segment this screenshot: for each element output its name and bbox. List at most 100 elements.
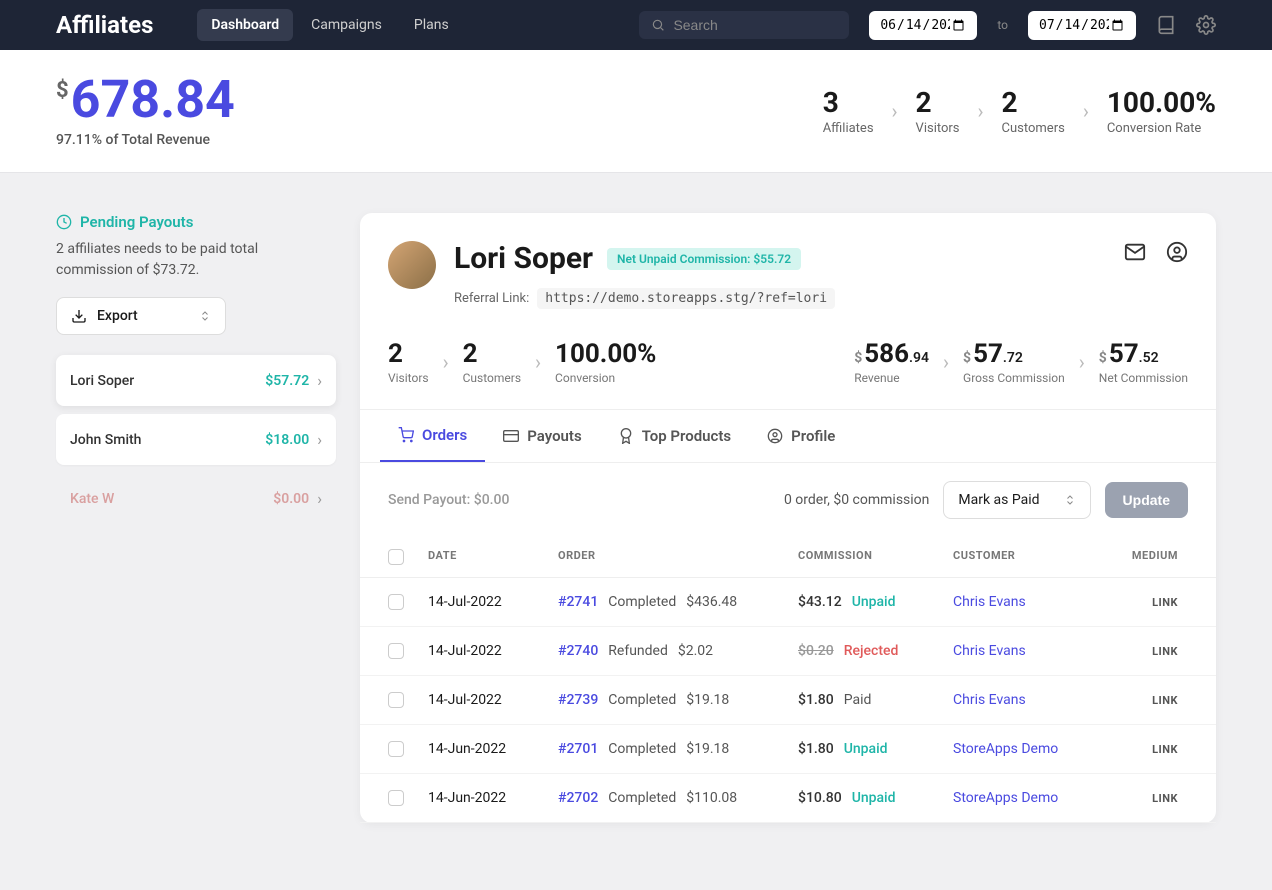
chevron-right-icon: › bbox=[943, 350, 949, 374]
order-status: Refunded bbox=[608, 643, 668, 659]
tabs: Orders Payouts Top Products Profile bbox=[360, 409, 1216, 463]
profile-name: Lori Soper bbox=[454, 241, 593, 276]
customer-link[interactable]: Chris Evans bbox=[953, 594, 1026, 610]
order-summary: 0 order, $0 commission bbox=[784, 492, 929, 508]
table-row: 14-Jul-2022#2739Completed$19.18$1.80Paid… bbox=[360, 676, 1216, 725]
referral-row: Referral Link: https://demo.storeapps.st… bbox=[454, 288, 1106, 309]
table-row: 14-Jun-2022#2701Completed$19.18$1.80Unpa… bbox=[360, 725, 1216, 774]
export-button[interactable]: Export bbox=[56, 297, 226, 335]
order-status: Completed bbox=[608, 594, 676, 610]
book-icon[interactable] bbox=[1156, 15, 1176, 35]
commission-status: Unpaid bbox=[852, 594, 896, 610]
panel-header: Lori Soper Net Unpaid Commission: $55.72… bbox=[360, 213, 1216, 329]
tab-payouts[interactable]: Payouts bbox=[485, 410, 599, 462]
chevron-right-icon: › bbox=[535, 350, 541, 374]
gear-icon[interactable] bbox=[1196, 15, 1216, 35]
pstat-customers: 2Customers bbox=[463, 339, 521, 385]
main: Pending Payouts 2 affiliates needs to be… bbox=[0, 173, 1272, 863]
affiliate-item[interactable]: Lori Soper$57.72› bbox=[56, 355, 336, 406]
date-from[interactable] bbox=[869, 11, 977, 40]
table-header: DATE ORDER COMMISSION CUSTOMER MEDIUM bbox=[360, 537, 1216, 578]
tab-profile[interactable]: Profile bbox=[749, 410, 853, 462]
order-amount: $19.18 bbox=[686, 741, 729, 757]
chevron-right-icon: › bbox=[978, 99, 984, 123]
affiliate-item[interactable]: John Smith$18.00› bbox=[56, 414, 336, 465]
medium: LINK bbox=[1152, 645, 1178, 658]
customer-link[interactable]: StoreApps Demo bbox=[953, 790, 1058, 806]
affiliate-name: Kate W bbox=[70, 491, 114, 507]
pstat-gross: $57.72Gross Commission bbox=[963, 339, 1065, 385]
row-checkbox[interactable] bbox=[388, 741, 404, 757]
customer-link[interactable]: Chris Evans bbox=[953, 643, 1026, 659]
row-checkbox[interactable] bbox=[388, 692, 404, 708]
commission-status: Rejected bbox=[844, 643, 899, 659]
pstat-conversion: 100.00%Conversion bbox=[555, 339, 656, 385]
stat-conversion: 100.00%Conversion Rate bbox=[1107, 86, 1216, 136]
avatar bbox=[388, 241, 436, 289]
revenue-amount: $678.84 bbox=[56, 74, 235, 126]
commission-amount: $43.12 bbox=[798, 594, 842, 610]
logo: Affiliates bbox=[56, 11, 153, 39]
customer-link[interactable]: Chris Evans bbox=[953, 692, 1026, 708]
stat-visitors: 2Visitors bbox=[916, 86, 960, 136]
mail-icon[interactable] bbox=[1124, 241, 1146, 263]
update-button[interactable]: Update bbox=[1105, 482, 1188, 518]
order-number[interactable]: #2701 bbox=[558, 741, 598, 757]
order-amount: $436.48 bbox=[686, 594, 737, 610]
commission-status: Unpaid bbox=[844, 741, 888, 757]
revenue-subtext: 97.11% of Total Revenue bbox=[56, 132, 235, 148]
medium: LINK bbox=[1152, 792, 1178, 805]
order-number[interactable]: #2739 bbox=[558, 692, 598, 708]
referral-label: Referral Link: bbox=[454, 291, 529, 306]
export-label: Export bbox=[97, 308, 138, 324]
order-date: 14-Jul-2022 bbox=[428, 643, 558, 659]
order-number[interactable]: #2741 bbox=[558, 594, 598, 610]
row-checkbox[interactable] bbox=[388, 790, 404, 806]
row-checkbox[interactable] bbox=[388, 643, 404, 659]
affiliate-list: Lori Soper$57.72›John Smith$18.00›Kate W… bbox=[56, 355, 336, 524]
chevron-right-icon: › bbox=[317, 371, 322, 390]
pending-payouts-box: Pending Payouts 2 affiliates needs to be… bbox=[56, 213, 336, 281]
commission-amount: $0.20 bbox=[798, 643, 834, 659]
order-number[interactable]: #2702 bbox=[558, 790, 598, 806]
award-icon bbox=[618, 428, 634, 444]
order-amount: $19.18 bbox=[686, 692, 729, 708]
order-number[interactable]: #2740 bbox=[558, 643, 598, 659]
send-payout-label: Send Payout: $0.00 bbox=[388, 492, 509, 508]
sidebar: Pending Payouts 2 affiliates needs to be… bbox=[56, 213, 336, 524]
pending-title: Pending Payouts bbox=[56, 213, 336, 231]
col-medium: MEDIUM bbox=[1118, 549, 1178, 565]
order-amount: $110.08 bbox=[686, 790, 737, 806]
col-order: ORDER bbox=[558, 549, 798, 565]
tab-top-products[interactable]: Top Products bbox=[600, 410, 749, 462]
row-checkbox[interactable] bbox=[388, 594, 404, 610]
mark-as-select[interactable]: Mark as Paid bbox=[943, 481, 1090, 519]
stat-customers: 2Customers bbox=[1002, 86, 1065, 136]
nav-plans[interactable]: Plans bbox=[400, 9, 463, 41]
search-icon bbox=[651, 17, 665, 33]
revenue-block: $678.84 97.11% of Total Revenue bbox=[56, 74, 235, 148]
select-all-checkbox[interactable] bbox=[388, 549, 404, 565]
nav-dashboard[interactable]: Dashboard bbox=[197, 9, 293, 41]
summary-stats: 3Affiliates › 2Visitors › 2Customers › 1… bbox=[823, 86, 1216, 136]
nav-campaigns[interactable]: Campaigns bbox=[297, 9, 396, 41]
affiliate-name: John Smith bbox=[70, 432, 141, 448]
order-amount: $2.02 bbox=[678, 643, 713, 659]
referral-link[interactable]: https://demo.storeapps.stg/?ref=lori bbox=[537, 288, 835, 309]
order-status: Completed bbox=[608, 692, 676, 708]
date-to[interactable] bbox=[1028, 11, 1136, 40]
affiliate-amount: $57.72 bbox=[265, 373, 309, 389]
commission-status: Unpaid bbox=[852, 790, 896, 806]
affiliate-item[interactable]: Kate W$0.00› bbox=[56, 473, 336, 524]
user-icon[interactable] bbox=[1166, 241, 1188, 263]
order-status: Completed bbox=[608, 790, 676, 806]
search-box[interactable] bbox=[639, 11, 849, 39]
table-row: 14-Jul-2022#2740 Refunded $2.02 $0.20 Reject… bbox=[360, 627, 1216, 676]
sort-icon bbox=[199, 310, 211, 322]
tab-orders[interactable]: Orders bbox=[380, 410, 485, 462]
col-customer: CUSTOMER bbox=[953, 549, 1118, 565]
search-input[interactable] bbox=[673, 17, 837, 33]
order-date: 14-Jun-2022 bbox=[428, 790, 558, 806]
col-date: DATE bbox=[428, 549, 558, 565]
customer-link[interactable]: StoreApps Demo bbox=[953, 741, 1058, 757]
